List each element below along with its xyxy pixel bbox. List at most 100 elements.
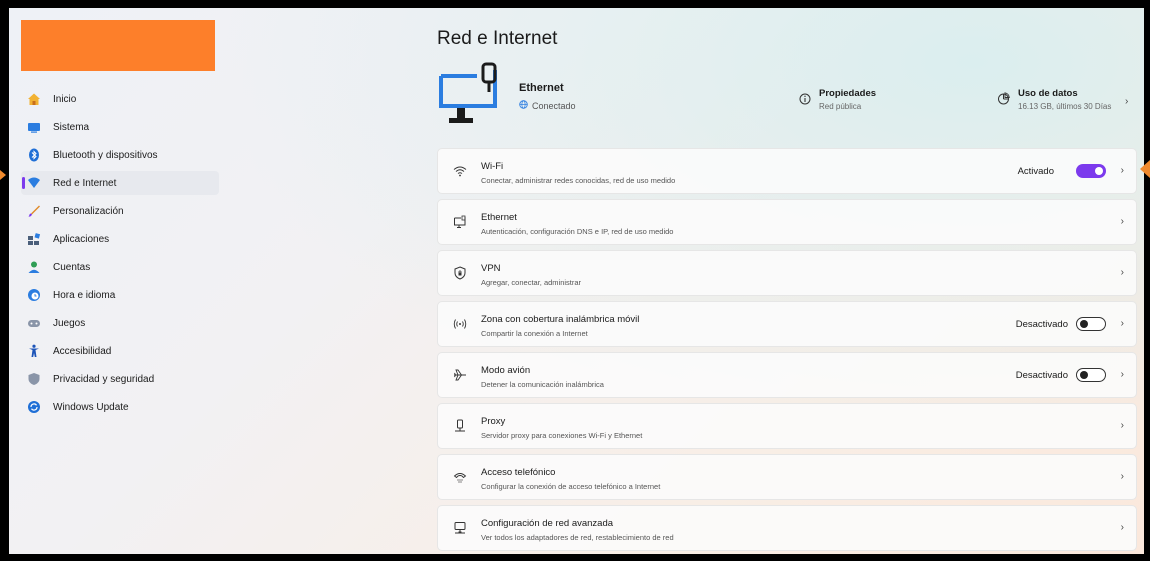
hotspot-state: Desactivado	[1015, 319, 1068, 330]
sidebar-item-label: Red e Internet	[53, 177, 117, 189]
sidebar-item-juegos[interactable]: Juegos	[21, 311, 219, 335]
shield-icon	[27, 372, 41, 386]
update-icon	[27, 400, 41, 414]
row-subtitle: Ver todos los adaptadores de red, restab…	[481, 533, 674, 542]
sidebar-item-cuentas[interactable]: Cuentas	[21, 255, 219, 279]
sidebar-item-red-e-internet[interactable]: Red e Internet	[21, 171, 219, 195]
row-title: VPN	[481, 263, 501, 274]
ethernet-icon	[452, 214, 468, 230]
row-subtitle: Detener la comunicación inalámbrica	[481, 380, 604, 389]
wifi-state: Activado	[1017, 166, 1054, 177]
page-title: Red e Internet	[437, 28, 558, 49]
data-usage-title: Uso de datos	[1018, 88, 1078, 99]
info-icon	[799, 92, 811, 111]
ethernet-row[interactable]: Ethernet Autenticación, configuración DN…	[437, 199, 1137, 245]
sidebar-item-windows-update[interactable]: Windows Update	[21, 395, 219, 419]
sidebar-item-personalizacion[interactable]: Personalización	[21, 199, 219, 223]
row-title: Wi-Fi	[481, 161, 504, 172]
sidebar-item-label: Sistema	[53, 121, 90, 133]
row-title: Zona con cobertura inalámbrica móvil	[481, 314, 640, 325]
pointer-arrow-left	[0, 170, 6, 180]
row-subtitle: Compartir la conexión a Internet	[481, 329, 588, 338]
brush-icon	[27, 204, 41, 218]
row-subtitle: Agregar, conectar, administrar	[481, 278, 582, 287]
mobile-hotspot-row[interactable]: Zona con cobertura inalámbrica móvil Com…	[437, 301, 1137, 347]
advanced-network-row[interactable]: Configuración de red avanzada Ver todos …	[437, 505, 1137, 551]
sidebar-item-label: Bluetooth y dispositivos	[53, 149, 158, 161]
data-usage-sub: 16.13 GB, últimos 30 Días	[1018, 102, 1112, 111]
airplane-mode-row[interactable]: Modo avión Detener la comunicación inalá…	[437, 352, 1137, 398]
sidebar-item-label: Windows Update	[53, 401, 129, 413]
connection-title: Ethernet	[519, 82, 564, 94]
sidebar-item-label: Cuentas	[53, 261, 91, 273]
advanced-network-icon	[452, 520, 468, 536]
connection-status-text: Conectado	[532, 100, 576, 111]
pointer-arrow-right	[1140, 160, 1150, 178]
properties-title: Propiedades	[819, 88, 877, 99]
vpn-shield-icon	[452, 265, 468, 281]
sidebar-item-label: Personalización	[53, 205, 124, 217]
row-title: Proxy	[481, 416, 506, 427]
chevron-right-icon: ›	[1120, 369, 1124, 380]
chevron-right-icon: ›	[1120, 165, 1124, 176]
properties-link[interactable]: Propiedades Red pública	[799, 88, 876, 111]
globe-icon	[519, 100, 528, 111]
sidebar-item-label: Juegos	[53, 317, 86, 329]
chevron-right-icon: ›	[1120, 471, 1124, 482]
data-usage-link[interactable]: Uso de datos 16.13 GB, últimos 30 Días	[997, 88, 1111, 111]
sidebar-item-hora-e-idioma[interactable]: Hora e idioma	[21, 283, 219, 307]
accessibility-icon	[27, 344, 41, 358]
proxy-icon	[452, 418, 468, 434]
sidebar-item-label: Aplicaciones	[53, 233, 110, 245]
sidebar-item-sistema[interactable]: Sistema	[21, 115, 219, 139]
accounts-icon	[27, 260, 41, 274]
chevron-right-icon: ›	[1120, 216, 1124, 227]
sidebar-item-label: Inicio	[53, 93, 77, 105]
row-subtitle: Conectar, administrar redes conocidas, r…	[481, 176, 676, 185]
sidebar-item-inicio[interactable]: Inicio	[21, 87, 219, 111]
wifi-row[interactable]: Wi-Fi Conectar, administrar redes conoci…	[437, 148, 1137, 194]
chevron-right-icon: ›	[1125, 96, 1129, 107]
row-title: Acceso telefónico	[481, 467, 556, 478]
row-title: Configuración de red avanzada	[481, 518, 614, 529]
wifi-toggle[interactable]	[1076, 164, 1106, 178]
airplane-toggle[interactable]	[1076, 368, 1106, 382]
airplane-state: Desactivado	[1015, 370, 1068, 381]
pie-chart-icon	[997, 92, 1010, 111]
settings-list: Wi-Fi Conectar, administrar redes conoci…	[437, 148, 1137, 554]
dialup-icon	[452, 469, 468, 485]
dial-up-row[interactable]: Acceso telefónico Configurar la conexión…	[437, 454, 1137, 500]
sidebar-item-aplicaciones[interactable]: Aplicaciones	[21, 227, 219, 251]
airplane-icon	[452, 367, 468, 383]
sidebar-item-accesibilidad[interactable]: Accesibilidad	[21, 339, 219, 363]
sidebar-item-label: Hora e idioma	[53, 289, 116, 301]
row-title: Ethernet	[481, 212, 517, 223]
row-title: Modo avión	[481, 365, 531, 376]
proxy-row[interactable]: Proxy Servidor proxy para conexiones Wi-…	[437, 403, 1137, 449]
chevron-right-icon: ›	[1120, 318, 1124, 329]
sidebar-item-label: Accesibilidad	[53, 345, 112, 357]
home-icon	[27, 92, 41, 106]
sidebar-nav: Inicio Sistema Bluetooth y dispositivos …	[21, 87, 219, 423]
chevron-right-icon: ›	[1120, 267, 1124, 278]
sidebar-item-label: Privacidad y seguridad	[53, 373, 155, 385]
chevron-right-icon: ›	[1120, 420, 1124, 431]
chevron-right-icon: ›	[1120, 522, 1124, 533]
network-icon	[27, 176, 41, 190]
gamepad-icon	[27, 316, 41, 330]
connection-header: Ethernet Conectado Propiedades Red públi…	[437, 62, 1137, 134]
row-subtitle: Autenticación, configuración DNS e IP, r…	[481, 227, 674, 236]
row-subtitle: Configurar la conexión de acceso telefón…	[481, 482, 661, 491]
apps-icon	[27, 232, 41, 246]
system-icon	[27, 120, 41, 134]
bluetooth-icon	[27, 148, 41, 162]
properties-sub: Red pública	[819, 102, 862, 111]
settings-window: Inicio Sistema Bluetooth y dispositivos …	[9, 8, 1144, 554]
ethernet-monitor-icon	[437, 62, 501, 135]
sidebar-item-bluetooth[interactable]: Bluetooth y dispositivos	[21, 143, 219, 167]
wifi-icon	[452, 163, 468, 179]
active-indicator	[22, 177, 25, 189]
hotspot-toggle[interactable]	[1076, 317, 1106, 331]
sidebar-item-privacidad[interactable]: Privacidad y seguridad	[21, 367, 219, 391]
vpn-row[interactable]: VPN Agregar, conectar, administrar ›	[437, 250, 1137, 296]
